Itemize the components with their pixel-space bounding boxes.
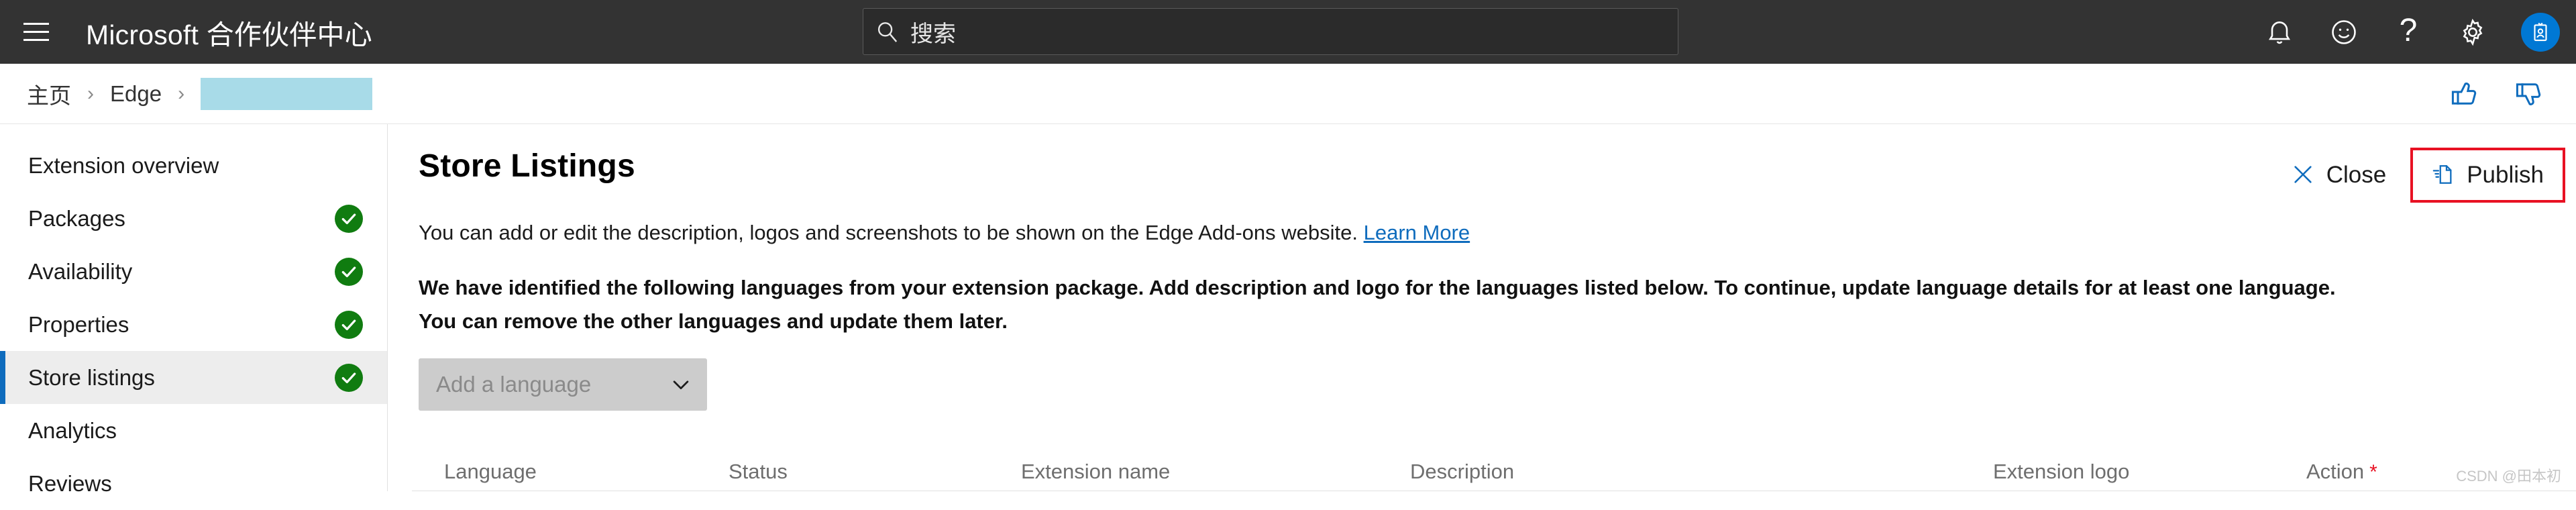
column-header-language: Language: [444, 460, 537, 484]
breadcrumb-item-edge[interactable]: Edge: [110, 81, 162, 107]
languages-notice: We have identified the following languag…: [419, 271, 2344, 338]
sidebar-nav: Extension overview Packages Availability…: [0, 124, 388, 491]
add-language-placeholder: Add a language: [436, 372, 669, 397]
sidebar-item-label: Availability: [28, 259, 335, 285]
smiley-icon[interactable]: [2312, 0, 2376, 64]
page-action-group: Close Publish: [2277, 148, 2576, 203]
required-asterisk: *: [2369, 461, 2377, 483]
sidebar-item-store-listings[interactable]: Store listings: [0, 351, 387, 404]
add-language-dropdown[interactable]: Add a language: [419, 358, 707, 411]
breadcrumb-separator: ›: [87, 83, 94, 105]
intro-paragraph: You can add or edit the description, log…: [419, 219, 2576, 247]
avatar[interactable]: [2505, 0, 2576, 64]
hamburger-menu-icon[interactable]: [4, 0, 68, 64]
check-circle-icon: [335, 311, 363, 339]
breadcrumb: 主页 › Edge ›: [27, 78, 372, 110]
store-listings-table-header: Language Status Extension name Descripti…: [412, 460, 2576, 491]
close-icon: [2292, 163, 2314, 188]
breadcrumb-item-home[interactable]: 主页: [27, 78, 71, 110]
sidebar-item-label: Extension overview: [28, 153, 363, 178]
gear-icon[interactable]: [2440, 0, 2505, 64]
column-header-extension-logo: Extension logo: [1993, 460, 2129, 484]
account-badge-icon: [2521, 13, 2560, 52]
column-header-action-label: Action: [2306, 460, 2364, 483]
publish-button-label: Publish: [2467, 162, 2544, 189]
sidebar-item-availability[interactable]: Availability: [0, 245, 387, 298]
main-content: Store Listings Close: [388, 124, 2576, 491]
column-header-action: Action*: [2306, 460, 2377, 484]
header-icon-group: ?: [2247, 0, 2576, 64]
check-circle-icon: [335, 364, 363, 392]
close-button-label: Close: [2326, 162, 2386, 189]
brand-title: Microsoft 合作伙伴中心: [86, 12, 372, 52]
sidebar-item-label: Analytics: [28, 418, 363, 444]
top-header-bar: Microsoft 合作伙伴中心 搜索 ?: [0, 0, 2576, 64]
watermark: CSDN @田本初: [2456, 464, 2561, 486]
page-header-row: Store Listings Close: [419, 148, 2576, 199]
page-title: Store Listings: [419, 148, 635, 185]
chevron-down-icon: [669, 373, 692, 396]
column-header-status: Status: [729, 460, 788, 484]
thumbs-up-icon[interactable]: [2432, 64, 2497, 124]
close-button[interactable]: Close: [2277, 153, 2401, 197]
column-header-description: Description: [1410, 460, 1514, 484]
page-feedback-group: [2432, 64, 2561, 124]
breadcrumb-item-redacted[interactable]: [201, 78, 372, 110]
check-circle-icon: [335, 258, 363, 286]
publish-document-icon: [2432, 163, 2455, 188]
breadcrumb-bar: 主页 › Edge ›: [0, 64, 2576, 124]
sidebar-item-extension-overview[interactable]: Extension overview: [0, 139, 387, 192]
sidebar-item-reviews[interactable]: Reviews: [0, 457, 387, 510]
search-icon: [863, 19, 910, 44]
sidebar-item-label: Packages: [28, 206, 335, 232]
sidebar-item-packages[interactable]: Packages: [0, 192, 387, 245]
intro-text: You can add or edit the description, log…: [419, 221, 1358, 244]
search-placeholder: 搜索: [910, 15, 956, 48]
bell-icon[interactable]: [2247, 0, 2312, 64]
breadcrumb-separator: ›: [178, 83, 184, 105]
question-icon[interactable]: ?: [2376, 0, 2440, 64]
sidebar-item-label: Properties: [28, 312, 335, 338]
thumbs-down-icon[interactable]: [2497, 64, 2561, 124]
sidebar-item-label: Reviews: [28, 471, 363, 497]
check-circle-icon: [335, 205, 363, 233]
column-header-extension-name: Extension name: [1021, 460, 1170, 484]
sidebar-item-label: Store listings: [28, 365, 335, 391]
global-search-box[interactable]: 搜索: [863, 8, 1678, 55]
sidebar-item-properties[interactable]: Properties: [0, 298, 387, 351]
learn-more-link[interactable]: Learn More: [1364, 221, 1470, 244]
publish-button[interactable]: Publish: [2417, 153, 2559, 197]
publish-highlight-box: Publish: [2410, 148, 2565, 203]
sidebar-item-analytics[interactable]: Analytics: [0, 404, 387, 457]
